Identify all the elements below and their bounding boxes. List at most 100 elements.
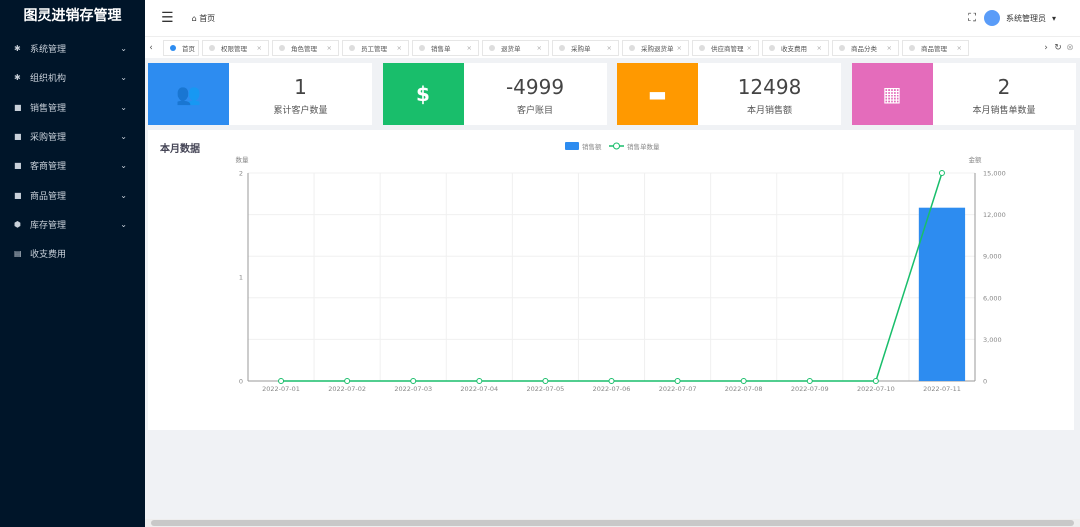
chevron-down-icon: ⌄ [120,161,127,171]
tab[interactable]: 商品分类 × [832,39,899,56]
legend-line-marker [613,142,620,150]
close-icon[interactable]: × [327,44,332,52]
sidebar-item[interactable]: ▤ 收支费用 [0,239,145,268]
stat-value: 12498 [737,75,802,99]
newspaper-icon: ▦ [851,63,933,125]
close-icon[interactable]: × [397,44,402,52]
close-icon[interactable]: × [467,44,472,52]
refresh-icon[interactable]: ↻ [1052,43,1064,53]
tab[interactable]: 销售单 × [412,39,479,56]
close-icon[interactable]: × [957,44,962,52]
tab[interactable]: 权限管理 × [202,39,269,56]
sidebar-item[interactable]: ■ 客商管理 ⌄ [0,151,145,180]
left-tick-label: 1 [239,274,243,282]
close-icon[interactable]: × [747,44,752,52]
tab-label: 首页 [182,44,195,53]
gear-icon: ✱ [14,73,21,83]
sidebar-item[interactable]: ■ 采购管理 ⌄ [0,122,145,151]
tab[interactable]: 退货单 × [482,39,549,56]
tab-label: 商品分类 [851,44,877,53]
right-tick-label: 9,000 [983,253,1002,261]
right-tick-label: 15,000 [983,170,1006,178]
tab[interactable]: 员工管理 × [342,39,409,56]
monthly-chart: 0 3,000 6,000 9,000 12,000 15,000 0 1 2 数量 金额 2022-… [236,142,1006,393]
folder-icon: ■ [14,102,22,112]
stat-value: -4999 [505,75,565,99]
sidebar-item[interactable]: ✱ 组织机构 ⌄ [0,63,145,92]
header: ☰ ⌂ 首页 ⛶ 系统管理员 ▾ [145,0,1080,36]
close-icon[interactable]: × [257,44,262,52]
folder-icon: ■ [14,161,22,171]
sidebar-item[interactable]: ⬢ 库存管理 ⌄ [0,210,145,239]
right-tick-label: 3,000 [983,336,1002,344]
fullscreen-icon[interactable]: ⛶ [968,11,976,25]
sidebar-item[interactable]: ✱ 系统管理 ⌄ [0,34,145,63]
tab-dot-icon [839,44,845,51]
left-tick-label: 2 [239,170,243,178]
tab-dot-icon [699,44,705,51]
tab-scroll-left-icon[interactable]: ‹ [145,43,157,53]
stat-card: 👥 1 累计客户数量 [148,63,372,125]
tab[interactable]: 供应商管理 × [692,39,759,56]
menu-toggle-icon[interactable]: ☰ [161,10,174,26]
close-icon[interactable]: × [817,44,822,52]
close-icon[interactable]: × [887,44,892,52]
close-icon[interactable]: × [677,44,682,52]
line-point [806,378,813,384]
avatar [983,10,1000,26]
close-all-icon[interactable]: ⊗ [1064,43,1076,53]
gear-icon: ✱ [14,44,21,54]
close-icon[interactable]: × [537,44,542,52]
line-point [674,378,681,384]
tab-bar: ‹ 首页 权限管理 × 角色管理 × 员工管理 × 销售单 × 退货单 × 采购单 × 采购退货单 × 供应商… [145,36,1080,58]
close-icon[interactable]: × [607,44,612,52]
tab-dot-icon [559,44,565,51]
x-tick-label: 2022-07-03 [394,385,432,393]
stat-value: 1 [294,75,307,99]
tab-label: 销售单 [431,44,451,53]
tab[interactable]: 收支费用 × [762,39,829,56]
line-point [938,170,945,176]
horizontal-scrollbar[interactable] [145,519,1080,527]
sidebar-item-label: 客商管理 [30,162,67,173]
right-tick-label: 12,000 [983,211,1006,219]
sidebar-item-label: 系统管理 [30,45,67,56]
line-point [476,378,483,384]
stat-cards: 👥 1 累计客户数量 $ -4999 客户账目 ▬ 12498 本月销售额 ▦ 2 本月销售单数量 [148,63,1078,125]
breadcrumb-home[interactable]: 首页 [199,14,215,23]
tab-scroll-right-icon[interactable]: › [1040,43,1052,53]
right-tick-label: 6,000 [983,294,1002,302]
sidebar-item[interactable]: ■ 销售管理 ⌄ [0,93,145,122]
tab[interactable]: 采购退货单 × [622,39,689,56]
x-tick-label: 2022-07-09 [791,385,829,393]
sidebar-item[interactable]: ■ 商品管理 ⌄ [0,180,145,209]
user-menu[interactable]: 系统管理员 ▾ [983,10,1056,26]
right-tick-label: 0 [983,378,987,386]
legend-bar-label: 销售额 [582,142,602,151]
bar [918,207,966,381]
dollar-icon: $ [382,63,464,125]
line-point [608,378,615,384]
tab[interactable]: 采购单 × [552,39,619,56]
x-tick-label: 2022-07-08 [725,385,763,393]
tab-dot-icon [170,44,176,51]
x-tick-label: 2022-07-01 [262,385,300,393]
stat-card: ▬ 12498 本月销售额 [617,63,841,125]
chevron-down-icon: ⌄ [120,102,127,112]
line-point [740,378,747,384]
ledger-icon: ▤ [14,249,22,259]
breadcrumb: ⌂ 首页 [191,13,216,23]
sidebar-item-label: 收支费用 [30,250,67,261]
x-tick-label: 2022-07-10 [857,385,895,393]
tab-dot-icon [489,44,495,51]
tab-dot-icon [419,44,425,51]
tab-label: 权限管理 [221,44,247,53]
tab-label: 员工管理 [361,44,387,53]
sidebar-item-label: 库存管理 [30,220,67,231]
tab[interactable]: 商品管理 × [902,39,969,56]
tab-dot-icon [909,44,915,51]
tab[interactable]: 角色管理 × [272,39,339,56]
line-point [344,378,351,384]
tab-label: 商品管理 [921,44,947,53]
tab[interactable]: 首页 [163,39,199,56]
